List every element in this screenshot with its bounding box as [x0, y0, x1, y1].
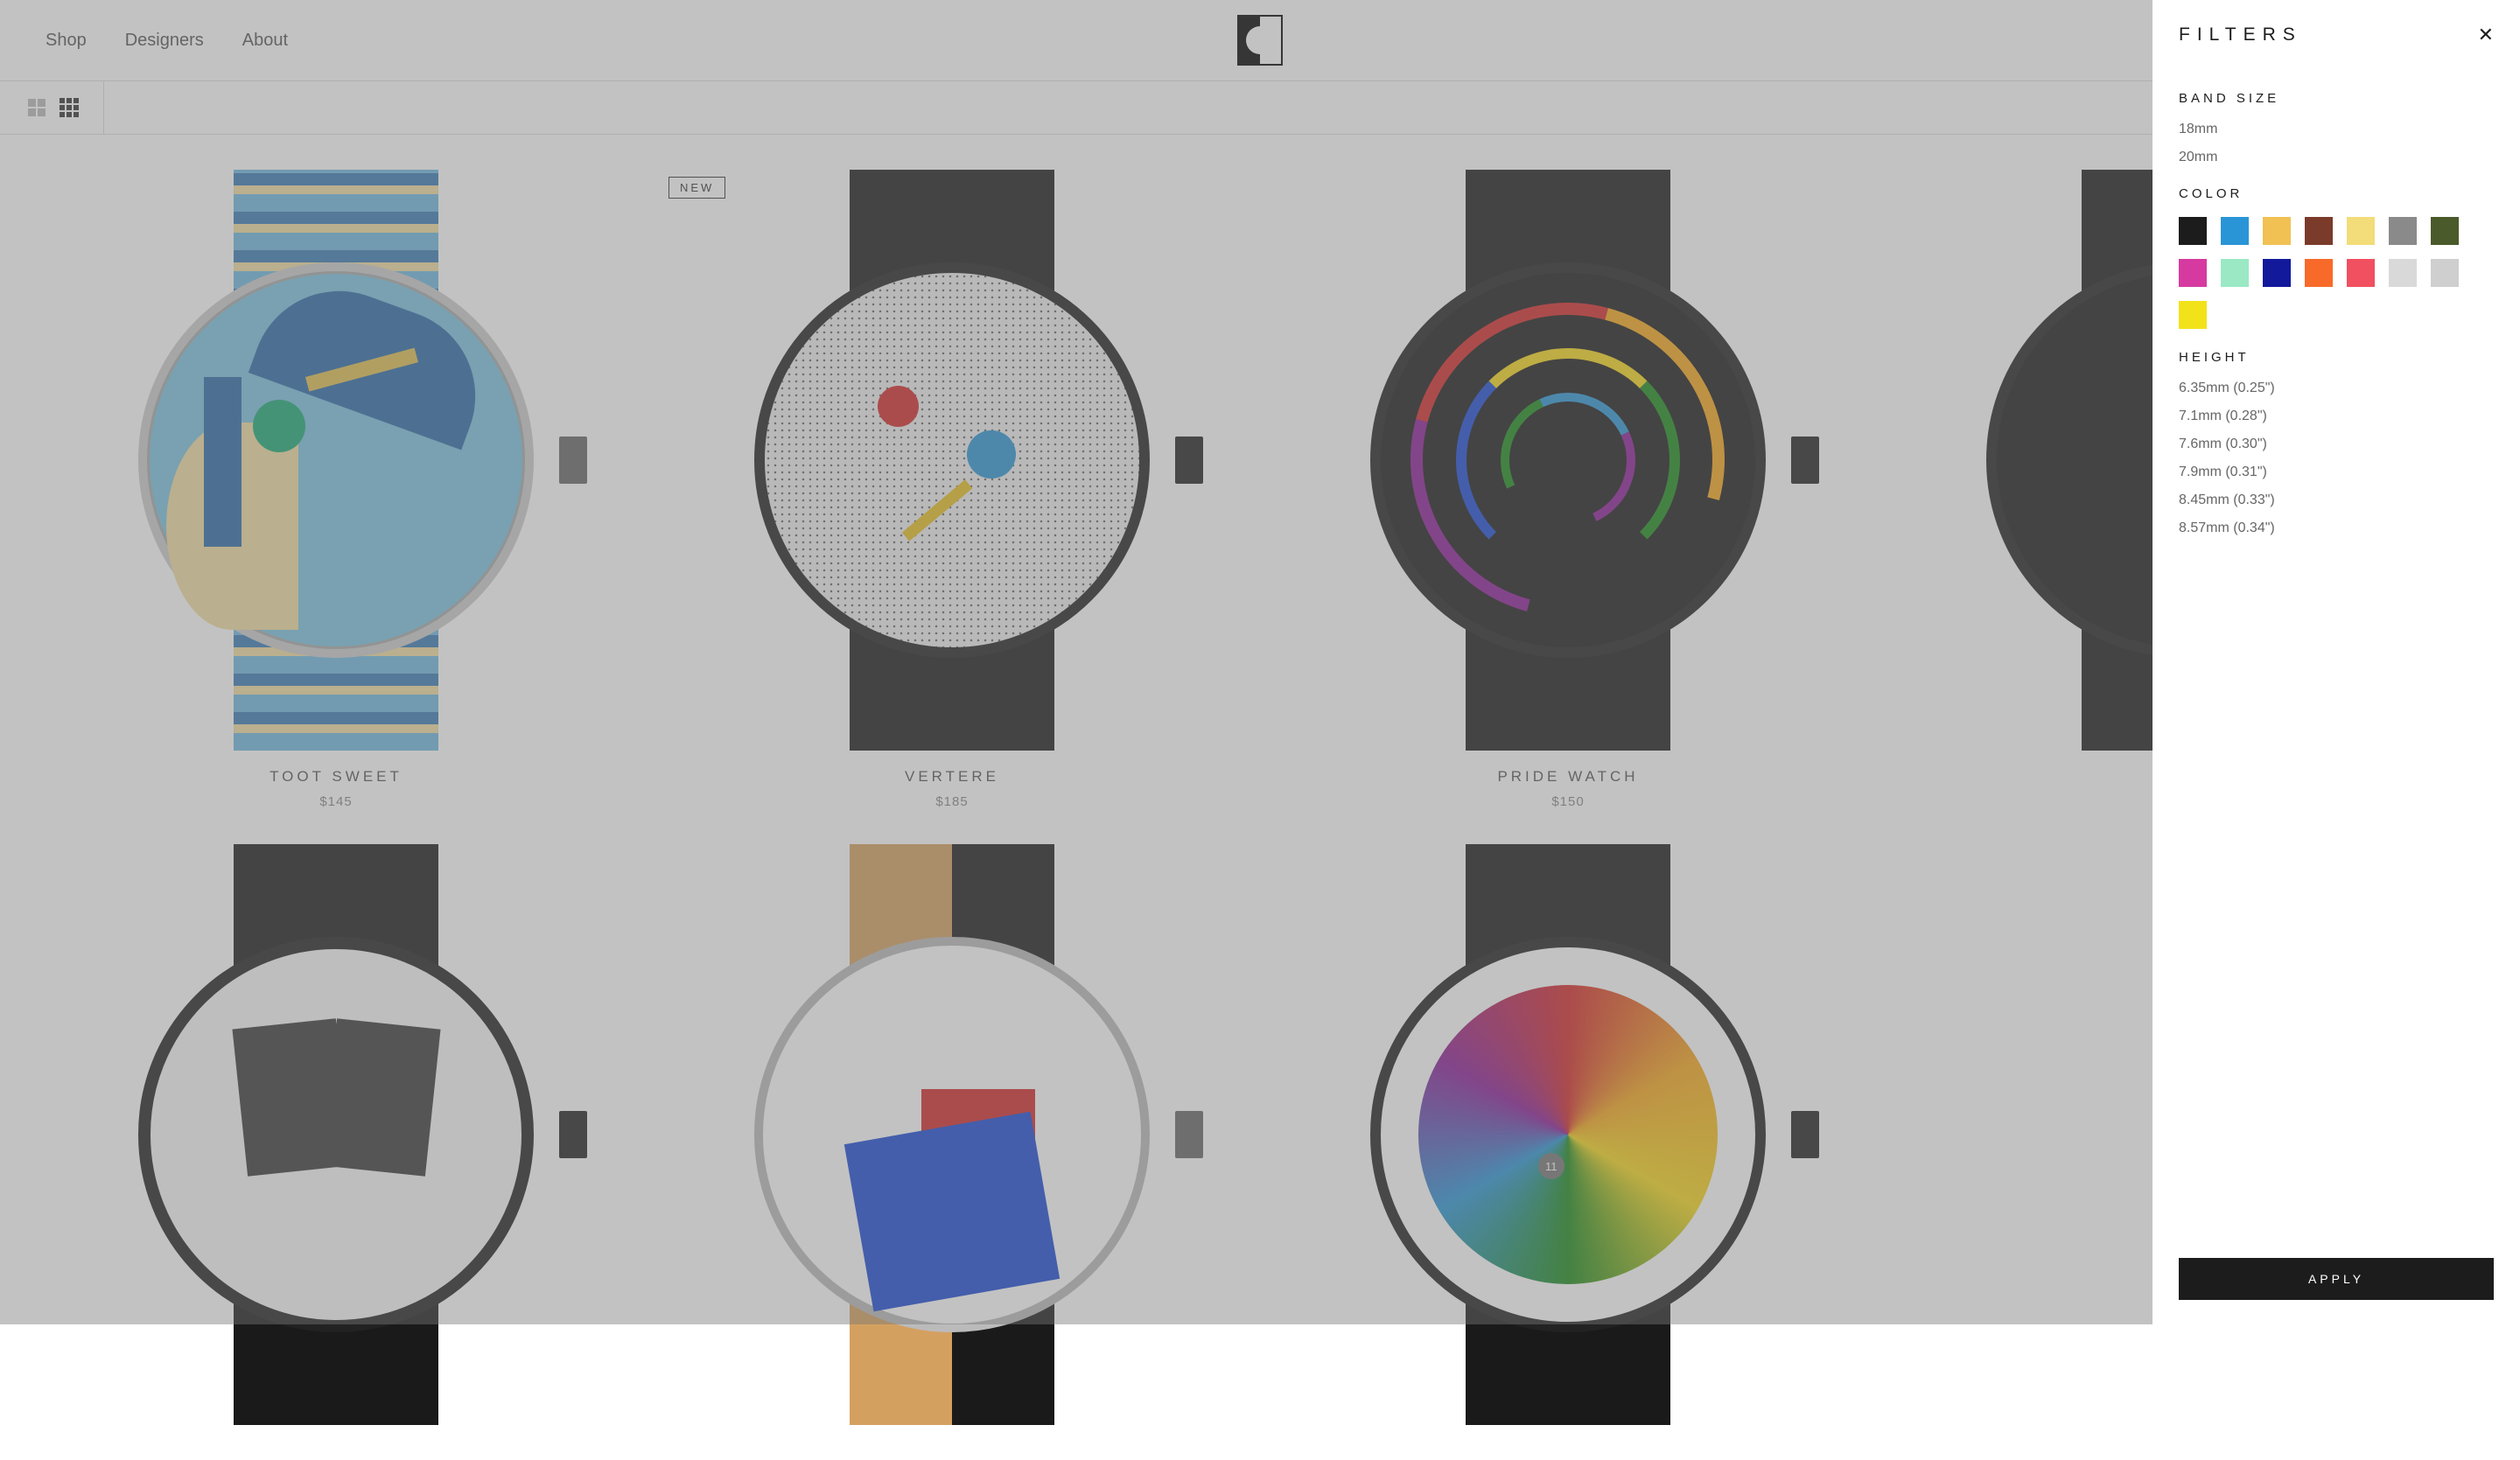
color-swatch[interactable]	[2263, 217, 2291, 245]
modal-overlay[interactable]	[0, 0, 2520, 1324]
filter-option[interactable]: 18mm	[2179, 122, 2494, 137]
filter-option[interactable]: 7.6mm (0.30")	[2179, 437, 2494, 452]
filters-body[interactable]: BAND SIZE 18mm 20mm COLOR HEIGHT 6.35mm …	[2152, 70, 2520, 1240]
apply-button[interactable]: APPLY	[2179, 1258, 2494, 1300]
section-title-band-size: BAND SIZE	[2179, 91, 2494, 106]
color-swatch[interactable]	[2347, 217, 2375, 245]
color-swatch[interactable]	[2431, 259, 2459, 287]
color-swatch[interactable]	[2179, 301, 2207, 329]
filters-panel: FILTERS ✕ BAND SIZE 18mm 20mm COLOR HEIG…	[2152, 0, 2520, 1324]
color-swatch[interactable]	[2389, 259, 2417, 287]
color-swatch[interactable]	[2305, 217, 2333, 245]
color-swatch[interactable]	[2263, 259, 2291, 287]
filter-option[interactable]: 8.57mm (0.34")	[2179, 520, 2494, 536]
color-swatch[interactable]	[2179, 217, 2207, 245]
section-title-color: COLOR	[2179, 186, 2494, 201]
filter-option[interactable]: 6.35mm (0.25")	[2179, 381, 2494, 396]
color-swatch[interactable]	[2347, 259, 2375, 287]
color-swatch-grid	[2179, 217, 2494, 329]
color-swatch[interactable]	[2179, 259, 2207, 287]
filter-option[interactable]: 20mm	[2179, 150, 2494, 165]
close-icon[interactable]: ✕	[2478, 25, 2494, 45]
section-title-height: HEIGHT	[2179, 350, 2494, 365]
color-swatch[interactable]	[2221, 259, 2249, 287]
filter-option[interactable]: 7.9mm (0.31")	[2179, 465, 2494, 480]
filter-option[interactable]: 8.45mm (0.33")	[2179, 492, 2494, 508]
color-swatch[interactable]	[2389, 217, 2417, 245]
color-swatch[interactable]	[2431, 217, 2459, 245]
color-swatch[interactable]	[2221, 217, 2249, 245]
filters-title: FILTERS	[2179, 24, 2302, 45]
filter-option[interactable]: 7.1mm (0.28")	[2179, 409, 2494, 424]
color-swatch[interactable]	[2305, 259, 2333, 287]
